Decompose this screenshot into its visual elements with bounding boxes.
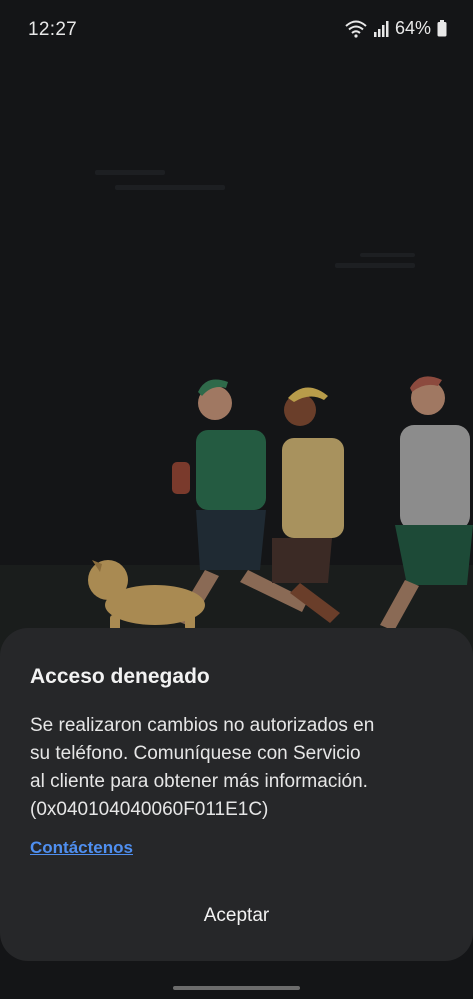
battery-icon — [437, 20, 447, 37]
dialog-message: Se realizaron cambios no autorizados en … — [30, 715, 375, 820]
home-indicator[interactable] — [173, 986, 300, 990]
status-time: 12:27 — [28, 19, 78, 40]
accept-button[interactable]: Aceptar — [0, 905, 473, 927]
status-bar: 12:27 64% — [0, 0, 473, 60]
dialog-title: Acceso denegado — [30, 665, 210, 688]
access-denied-dialog: Acceso denegado Se realizaron cambios no… — [0, 628, 473, 961]
status-icons: 64% — [345, 18, 447, 39]
screen: 12:27 64% Acceso denegado Se realizaron … — [0, 0, 473, 999]
wifi-icon — [345, 20, 367, 38]
signal-icon — [373, 20, 389, 37]
contact-link[interactable]: Contáctenos — [30, 838, 133, 858]
battery-percentage: 64% — [394, 18, 431, 38]
